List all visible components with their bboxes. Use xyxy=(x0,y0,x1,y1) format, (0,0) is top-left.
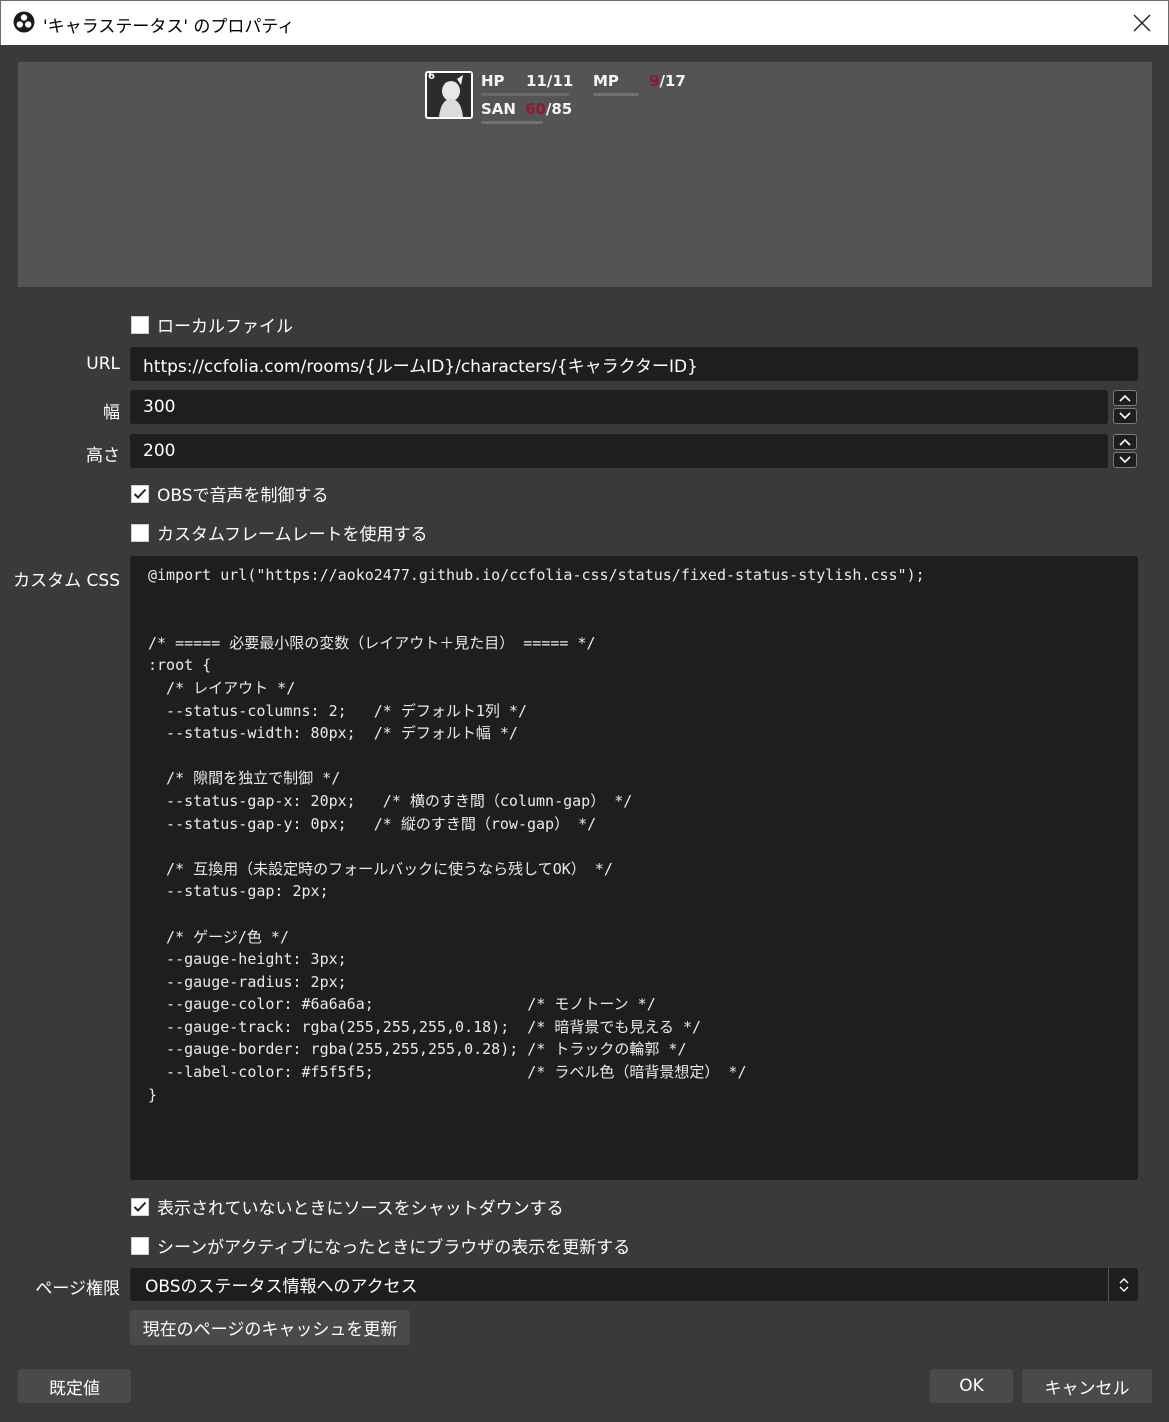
custom-css-editor[interactable]: @import url("https://aoko2477.github.io/… xyxy=(130,556,1138,1180)
character-avatar: 6 xyxy=(425,71,473,119)
height-label: 高さ xyxy=(86,446,120,466)
close-icon xyxy=(1133,14,1151,32)
css-line xyxy=(148,835,1120,858)
obs-audio-option[interactable]: OBSで音声を制御する xyxy=(131,481,329,506)
obs-logo-icon xyxy=(13,11,35,33)
page-permission-select[interactable]: OBSのステータス情報へのアクセス xyxy=(130,1268,1138,1301)
css-line: /* ゲージ/色 */ xyxy=(148,927,289,946)
refresh-on-active-label: シーンがアクティブになったときにブラウザの表示を更新する xyxy=(157,1238,631,1258)
css-line: :root { xyxy=(148,656,212,675)
mp-label: MP xyxy=(593,72,619,90)
chevron-up-icon xyxy=(1119,438,1131,446)
refresh-on-active-checkbox[interactable] xyxy=(131,1236,149,1255)
css-line: /* 隙間を独立で制御 */ xyxy=(148,769,341,788)
css-line xyxy=(148,745,1120,768)
hp-stat: HP 11/11 xyxy=(481,72,574,96)
css-line xyxy=(148,609,1120,632)
close-button[interactable] xyxy=(1116,1,1168,45)
height-decrement-button[interactable] xyxy=(1113,452,1137,468)
width-increment-button[interactable] xyxy=(1113,390,1137,406)
checkmark-icon xyxy=(133,1201,147,1212)
url-value: https://ccfolia.com/rooms/{ルームID}/charac… xyxy=(143,356,698,377)
css-line: --gauge-radius: 2px; xyxy=(148,972,347,991)
mp-max: /17 xyxy=(659,72,686,90)
refresh-on-active-option[interactable]: シーンがアクティブになったときにブラウザの表示を更新する xyxy=(131,1233,630,1258)
css-line: --status-gap-y: 0px; /* 縦のすき間（row-gap） *… xyxy=(148,814,597,833)
select-arrows-icon xyxy=(1108,1268,1138,1301)
refresh-cache-button[interactable]: 現在のページのキャッシュを更新 xyxy=(130,1310,410,1345)
css-line: --gauge-height: 3px; xyxy=(148,950,347,969)
shutdown-option[interactable]: 表示されていないときにソースをシャットダウンする xyxy=(131,1194,564,1219)
css-line: --gauge-color: #6a6a6a; /* モノトーン */ xyxy=(148,995,656,1014)
css-line: /* 互換用（未設定時のフォールバックに使うなら残してOK） */ xyxy=(148,859,613,878)
width-label: 幅 xyxy=(103,403,120,423)
height-stepper[interactable] xyxy=(1113,434,1137,468)
hp-gauge xyxy=(481,93,569,96)
page-permission-value: OBSのステータス情報へのアクセス xyxy=(145,1277,418,1297)
css-line: --status-width: 80px; /* デフォルト幅 */ xyxy=(148,724,518,743)
mp-current: 9 xyxy=(649,72,660,90)
css-line: } xyxy=(148,1085,158,1104)
css-line xyxy=(148,587,1120,610)
custom-css-label: カスタム CSS xyxy=(13,571,120,591)
hp-value: 11/11 xyxy=(526,72,574,90)
san-current: 60 xyxy=(525,100,546,118)
width-stepper[interactable] xyxy=(1113,390,1137,424)
browser-source-preview: 6 HP 11/11 MP 9/17 SAN 60/85 xyxy=(18,62,1152,287)
url-input[interactable]: https://ccfolia.com/rooms/{ルームID}/charac… xyxy=(130,347,1138,381)
css-line xyxy=(148,903,1120,926)
url-label: URL xyxy=(86,354,120,374)
defaults-button[interactable]: 既定値 xyxy=(18,1369,131,1403)
gauge-fill xyxy=(481,93,569,96)
san-gauge xyxy=(481,121,543,124)
css-line: --status-gap: 2px; xyxy=(148,882,329,901)
css-line: /* ===== 必要最小限の変数（レイアウト＋見た目） ===== */ xyxy=(148,633,596,652)
chevron-down-icon xyxy=(1119,412,1131,420)
css-line: --status-columns: 2; /* デフォルト1列 */ xyxy=(148,701,527,720)
shutdown-label: 表示されていないときにソースをシャットダウンする xyxy=(157,1199,564,1219)
height-input[interactable]: 200 xyxy=(130,434,1108,468)
css-line: --gauge-track: rgba(255,255,255,0.18); /… xyxy=(148,1017,702,1036)
title-bar: 'キャラステータス' のプロパティ xyxy=(0,0,1169,45)
custom-fps-option[interactable]: カスタムフレームレートを使用する xyxy=(131,520,427,545)
width-input[interactable]: 300 xyxy=(130,390,1108,424)
san-label: SAN xyxy=(481,100,516,118)
san-max: /85 xyxy=(545,100,573,118)
width-value: 300 xyxy=(143,397,176,417)
css-line: --gauge-border: rgba(255,255,255,0.28); … xyxy=(148,1040,687,1059)
height-increment-button[interactable] xyxy=(1113,434,1137,450)
status-widget: 6 HP 11/11 MP 9/17 SAN 60/85 xyxy=(425,69,695,124)
height-value: 200 xyxy=(143,441,176,461)
css-line: --status-gap-x: 20px; /* 横のすき間（column-ga… xyxy=(148,791,633,810)
san-stat: SAN 60/85 xyxy=(481,100,573,124)
mp-stat: MP 9/17 xyxy=(593,72,686,96)
mp-gauge xyxy=(593,93,639,96)
width-decrement-button[interactable] xyxy=(1113,408,1137,424)
custom-fps-label: カスタムフレームレートを使用する xyxy=(157,525,428,545)
css-line: --label-color: #f5f5f5; /* ラベル色（暗背景想定） *… xyxy=(148,1063,747,1082)
obs-audio-label: OBSで音声を制御する xyxy=(157,486,329,506)
checkmark-icon xyxy=(133,488,147,499)
cancel-button[interactable]: キャンセル xyxy=(1022,1369,1152,1403)
hp-label: HP xyxy=(481,72,505,90)
obs-audio-checkbox[interactable] xyxy=(131,484,149,503)
local-file-label: ローカルファイル xyxy=(157,317,293,337)
css-line: @import url("https://aoko2477.github.io/… xyxy=(148,566,925,584)
custom-fps-checkbox[interactable] xyxy=(131,523,149,542)
css-line: /* レイアウト */ xyxy=(148,678,296,697)
local-file-option[interactable]: ローカルファイル xyxy=(131,312,293,337)
chevron-up-icon xyxy=(1119,394,1131,402)
page-permission-label: ページ権限 xyxy=(35,1279,120,1299)
local-file-checkbox[interactable] xyxy=(131,315,149,334)
chevron-down-icon xyxy=(1119,456,1131,464)
avatar-badge: 6 xyxy=(428,71,435,82)
window-title: 'キャラステータス' のプロパティ xyxy=(43,17,295,37)
ok-button[interactable]: OK xyxy=(930,1369,1013,1403)
shutdown-checkbox[interactable] xyxy=(131,1197,149,1216)
